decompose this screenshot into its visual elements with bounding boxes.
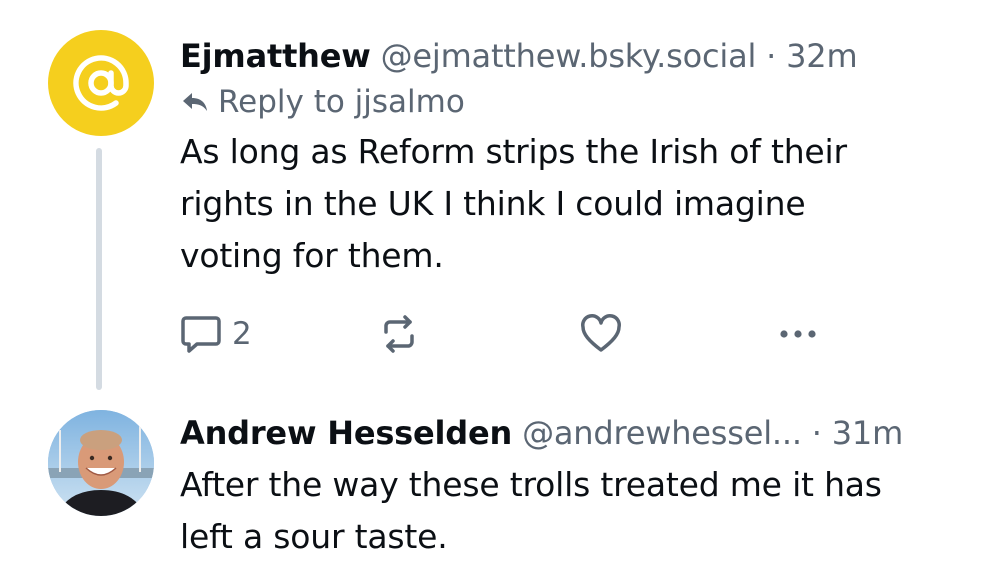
repost-button[interactable] bbox=[378, 312, 420, 356]
ellipsis-icon bbox=[780, 330, 816, 338]
profile-photo bbox=[48, 410, 154, 516]
author-name[interactable]: Ejmatthew bbox=[180, 37, 371, 75]
separator-dot: · bbox=[766, 37, 777, 75]
reply-count: 2 bbox=[232, 316, 252, 352]
author-name[interactable]: Andrew Hesselden bbox=[180, 414, 512, 452]
at-sign-icon bbox=[73, 55, 129, 111]
post-text-line: left a sour taste. bbox=[180, 517, 448, 556]
reply-arrow-icon bbox=[183, 93, 207, 111]
post-text: After the way these trolls treated me it… bbox=[180, 459, 970, 563]
like-button[interactable] bbox=[580, 312, 622, 356]
thread-line bbox=[96, 148, 102, 390]
post-text-line: rights in the UK I think I could imagine bbox=[180, 184, 806, 223]
reply-button[interactable]: 2 bbox=[180, 312, 252, 356]
repost-icon bbox=[384, 315, 414, 353]
post-text: As long as Reform strips the Irish of th… bbox=[180, 126, 970, 282]
post-header: Andrew Hesselden @andrewhessel... · 31m bbox=[180, 413, 970, 453]
post-text-line: After the way these trolls treated me it… bbox=[180, 465, 882, 504]
separator-dot: · bbox=[811, 414, 822, 452]
reply-to-label: Reply to jjsalmo bbox=[218, 84, 465, 120]
post-text-line: As long as Reform strips the Irish of th… bbox=[180, 132, 847, 171]
comment-icon bbox=[181, 316, 221, 353]
avatar[interactable] bbox=[48, 410, 154, 516]
more-options-button[interactable] bbox=[776, 312, 820, 356]
post-text-line: voting for them. bbox=[180, 236, 444, 275]
author-handle[interactable]: @andrewhessel... bbox=[522, 414, 802, 452]
heart-icon bbox=[581, 314, 621, 352]
post-actions: 2 bbox=[180, 312, 840, 356]
post-time[interactable]: 32m bbox=[786, 37, 857, 75]
post-ejmatthew[interactable]: Ejmatthew @ejmatthew.bsky.social · 32m R… bbox=[0, 0, 1000, 395]
author-handle[interactable]: @ejmatthew.bsky.social bbox=[381, 37, 757, 75]
avatar[interactable] bbox=[48, 30, 154, 136]
post-andrew-hesselden[interactable]: Andrew Hesselden @andrewhessel... · 31m … bbox=[0, 395, 1000, 579]
reply-to-link[interactable]: Reply to jjsalmo bbox=[180, 82, 970, 122]
post-content: Ejmatthew @ejmatthew.bsky.social · 32m R… bbox=[180, 36, 970, 282]
post-time[interactable]: 31m bbox=[832, 414, 903, 452]
post-header: Ejmatthew @ejmatthew.bsky.social · 32m bbox=[180, 36, 970, 76]
post-content: Andrew Hesselden @andrewhessel... · 31m … bbox=[180, 413, 970, 563]
